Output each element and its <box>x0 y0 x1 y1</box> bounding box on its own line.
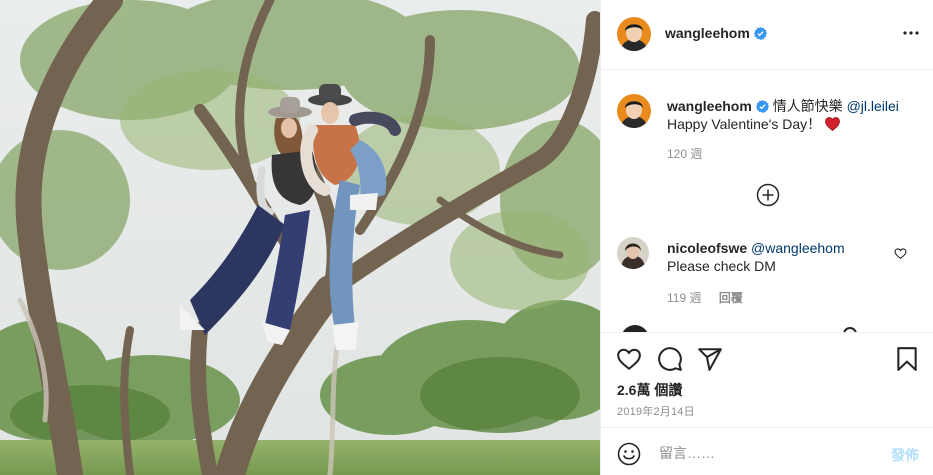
post-comment-button[interactable]: 發佈 <box>891 445 919 465</box>
verified-badge-icon <box>753 27 767 40</box>
post-side-panel: wangleehom wangleehom 情人節快樂 @jl.leilei H… <box>600 0 933 475</box>
comment-timestamp[interactable]: 119 週 <box>667 291 701 305</box>
comments-list[interactable]: wangleehom 情人節快樂 @jl.leilei Happy Valent… <box>601 71 933 332</box>
likes-count[interactable]: 2.6萬 個讚 <box>617 380 682 400</box>
verified-badge-icon <box>755 100 769 113</box>
post-actions: 2.6萬 個讚 2019年2月14日 <box>601 332 933 427</box>
smiley-icon[interactable] <box>617 442 641 466</box>
comment-meta: 119 週 回覆 <box>667 289 757 306</box>
post-date[interactable]: 2019年2月14日 <box>617 403 695 419</box>
comment-text: Please check DM <box>667 258 776 274</box>
caption-mention-link[interactable]: @jl.leilei <box>847 98 899 114</box>
author-avatar[interactable] <box>617 17 651 51</box>
comment-username[interactable]: nicoleofswe <box>667 240 747 256</box>
caption-avatar[interactable] <box>617 94 651 128</box>
comment-input[interactable] <box>659 442 859 464</box>
author-username[interactable]: wangleehom <box>665 25 767 41</box>
post-photo[interactable] <box>0 0 600 475</box>
more-options-icon[interactable] <box>902 24 920 42</box>
red-heart-emoji-icon <box>825 117 840 131</box>
comment-reply-button[interactable]: 回覆 <box>719 291 743 305</box>
next-comment-avatar[interactable] <box>621 325 649 332</box>
author-username-text[interactable]: wangleehom <box>665 25 750 41</box>
comment-mention-link[interactable]: @wangleehom <box>751 240 845 256</box>
caption-line: wangleehom 情人節快樂 @jl.leilei <box>667 96 899 116</box>
caption-text-2: Happy Valentine's Day！ <box>667 116 822 132</box>
comment-composer: 發佈 <box>601 427 933 475</box>
comment-bubble-icon[interactable] <box>657 346 683 372</box>
caption-timestamp[interactable]: 120 週 <box>667 145 702 162</box>
heart-outline-icon[interactable] <box>616 346 642 372</box>
comment-line: nicoleofswe @wangleehom <box>667 240 845 256</box>
post-header: wangleehom <box>601 0 933 70</box>
plus-circle-icon[interactable] <box>756 183 780 207</box>
caption-line-2: Happy Valentine's Day！ <box>667 114 840 134</box>
caption-text: 情人節快樂 <box>772 98 843 114</box>
comment-like-heart-icon[interactable] <box>894 247 907 260</box>
commenter-avatar[interactable] <box>617 237 649 269</box>
caption-username[interactable]: wangleehom <box>667 98 752 114</box>
paper-plane-icon[interactable] <box>697 346 723 372</box>
bookmark-icon[interactable] <box>894 346 920 372</box>
